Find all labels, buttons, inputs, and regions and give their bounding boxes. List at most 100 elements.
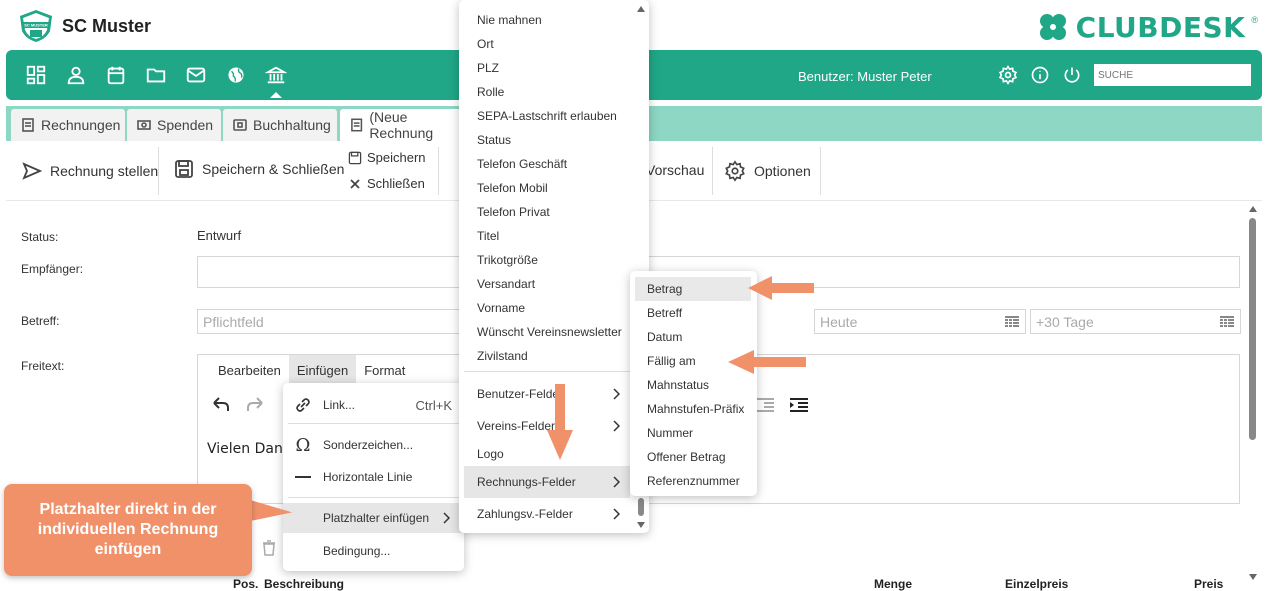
invoice-field-item[interactable]: Mahnstatus	[635, 373, 751, 397]
subject-input[interactable]: Pflichtfeld	[197, 309, 467, 334]
scroll-down-icon[interactable]	[1249, 574, 1257, 580]
current-user-label[interactable]: Benutzer: Muster Peter	[798, 69, 932, 84]
field-item[interactable]: PLZ	[477, 61, 499, 75]
calendar-icon[interactable]	[104, 63, 128, 87]
due-date-input[interactable]: +30 Tage	[1030, 309, 1241, 334]
submenu-benutzer-felder[interactable]: Benutzer-Felder	[464, 378, 630, 410]
date-input[interactable]: Heute	[814, 309, 1026, 334]
send-invoice-button[interactable]: Rechnung stellen	[22, 162, 158, 180]
redo-icon[interactable]	[246, 395, 266, 413]
freetext-label: Freitext:	[21, 359, 65, 373]
menu-item-placeholder[interactable]: Platzhalter einfügen	[283, 503, 464, 533]
invoice-icon	[351, 118, 363, 132]
power-icon[interactable]	[1062, 65, 1082, 85]
field-item[interactable]: Titel	[477, 229, 499, 243]
info-icon[interactable]	[1030, 65, 1050, 85]
scroll-up-icon[interactable]	[1249, 206, 1257, 212]
menu-format[interactable]: Format	[356, 355, 413, 383]
field-item[interactable]: Telefon Privat	[477, 205, 550, 219]
menu-item-horizontal-line[interactable]: Horizontale Linie	[283, 463, 464, 491]
ledger-icon	[233, 119, 247, 131]
field-item[interactable]: Nie mahnen	[477, 13, 542, 27]
outdent-icon[interactable]	[756, 398, 774, 412]
calendar-grid-icon[interactable]	[1220, 316, 1234, 328]
invoice-field-item[interactable]: Betrag	[635, 277, 751, 301]
menu-einfuegen[interactable]: Einfügen	[288, 355, 357, 383]
dashboard-icon[interactable]	[24, 63, 48, 87]
field-item[interactable]: Ort	[477, 37, 494, 51]
send-invoice-label: Rechnung stellen	[50, 163, 159, 179]
save-close-button[interactable]: Speichern & Schließen	[174, 159, 344, 179]
brand-logo[interactable]: CLUBDESK ®	[1036, 10, 1258, 44]
invoice-field-item[interactable]: Nummer	[635, 421, 751, 445]
undo-icon[interactable]	[210, 395, 230, 413]
menu-divider	[464, 371, 632, 372]
invoice-field-item[interactable]: Fällig am	[635, 349, 751, 373]
gear-icon[interactable]	[998, 65, 1018, 85]
gear-icon	[725, 160, 745, 182]
field-item[interactable]: Rolle	[477, 85, 504, 99]
invoice-field-item[interactable]: Mahnstufen-Präfix	[635, 397, 751, 421]
field-item[interactable]: Trikotgröße	[477, 253, 538, 267]
indent-icon[interactable]	[790, 398, 808, 412]
submenu-rechnungs-felder[interactable]: Rechnungs-Felder	[464, 466, 630, 498]
invoice-field-item[interactable]: Datum	[635, 325, 751, 349]
invoice-field-item[interactable]: Referenznummer	[635, 469, 751, 493]
preview-button[interactable]: Vorschau	[646, 162, 704, 178]
menu-item-special-chars[interactable]: Ω Sonderzeichen...	[283, 431, 464, 459]
status-label: Status:	[21, 230, 59, 244]
user-icon[interactable]	[64, 63, 88, 87]
invoice-field-item[interactable]: Betreff	[635, 301, 751, 325]
field-item[interactable]: SEPA-Lastschrift erlauben	[477, 109, 617, 123]
chevron-right-icon	[613, 420, 620, 432]
submenu-zahlungsv-felder[interactable]: Zahlungsv.-Felder	[464, 498, 630, 530]
field-item[interactable]: Versandart	[477, 277, 535, 291]
field-item[interactable]: Wünscht Vereinsnewsletter	[477, 325, 622, 339]
globe-icon[interactable]	[224, 63, 248, 87]
menu-item-condition[interactable]: Bedingung...	[283, 537, 464, 565]
hr-icon	[295, 476, 311, 478]
save-button[interactable]: Speichern	[348, 150, 426, 165]
col-pos: Pos.	[233, 577, 259, 591]
menu-bearbeiten[interactable]: Bearbeiten	[210, 355, 289, 383]
field-item[interactable]: Vorname	[477, 301, 525, 315]
invoice-icon	[22, 118, 34, 132]
scroll-down-icon[interactable]	[637, 522, 645, 528]
tab-neue-rechnung[interactable]: (Neue Rechnung	[340, 109, 470, 141]
search-input[interactable]	[1094, 64, 1251, 86]
calendar-grid-icon[interactable]	[1005, 316, 1019, 328]
tab-rechnungen[interactable]: Rechnungen	[11, 109, 125, 141]
toolbar-divider	[820, 147, 821, 195]
club-logo-icon[interactable]: SC MUSTER	[18, 9, 54, 43]
close-label: Schließen	[367, 176, 425, 191]
submenu-scroll-thumb[interactable]	[638, 498, 644, 516]
field-item[interactable]: Telefon Mobil	[477, 181, 548, 195]
tab-buchhaltung[interactable]: Buchhaltung	[223, 109, 337, 141]
send-icon	[22, 162, 42, 180]
mail-icon[interactable]	[184, 63, 208, 87]
tab-label: (Neue Rechnung	[369, 109, 434, 141]
field-item[interactable]: Telefon Geschäft	[477, 157, 567, 171]
bank-icon[interactable]	[264, 63, 288, 87]
chevron-right-icon	[613, 508, 620, 520]
scroll-up-icon[interactable]	[637, 6, 645, 12]
toolbar-divider	[158, 147, 159, 195]
invoice-field-item[interactable]: Offener Betrag	[635, 445, 751, 469]
folder-icon[interactable]	[144, 63, 168, 87]
menu-item-link[interactable]: Link... Ctrl+K	[283, 391, 464, 419]
tab-label: Buchhaltung	[253, 117, 331, 133]
editor-content[interactable]: Vielen Dank	[207, 441, 291, 457]
subject-placeholder: Pflichtfeld	[203, 314, 264, 330]
tab-spenden[interactable]: Spenden	[127, 109, 221, 141]
page-scroll-thumb[interactable]	[1249, 218, 1256, 440]
money-icon	[137, 120, 151, 130]
club-name[interactable]: SC Muster	[62, 16, 151, 37]
trash-icon[interactable]	[262, 540, 276, 556]
recipient-label: Empfänger:	[21, 262, 84, 276]
close-button[interactable]: Schließen	[348, 176, 425, 191]
options-button[interactable]: Optionen	[724, 160, 811, 182]
field-item[interactable]: Status	[477, 133, 511, 147]
link-icon	[296, 398, 310, 412]
clover-icon	[1039, 14, 1066, 40]
field-item[interactable]: Zivilstand	[477, 349, 528, 363]
